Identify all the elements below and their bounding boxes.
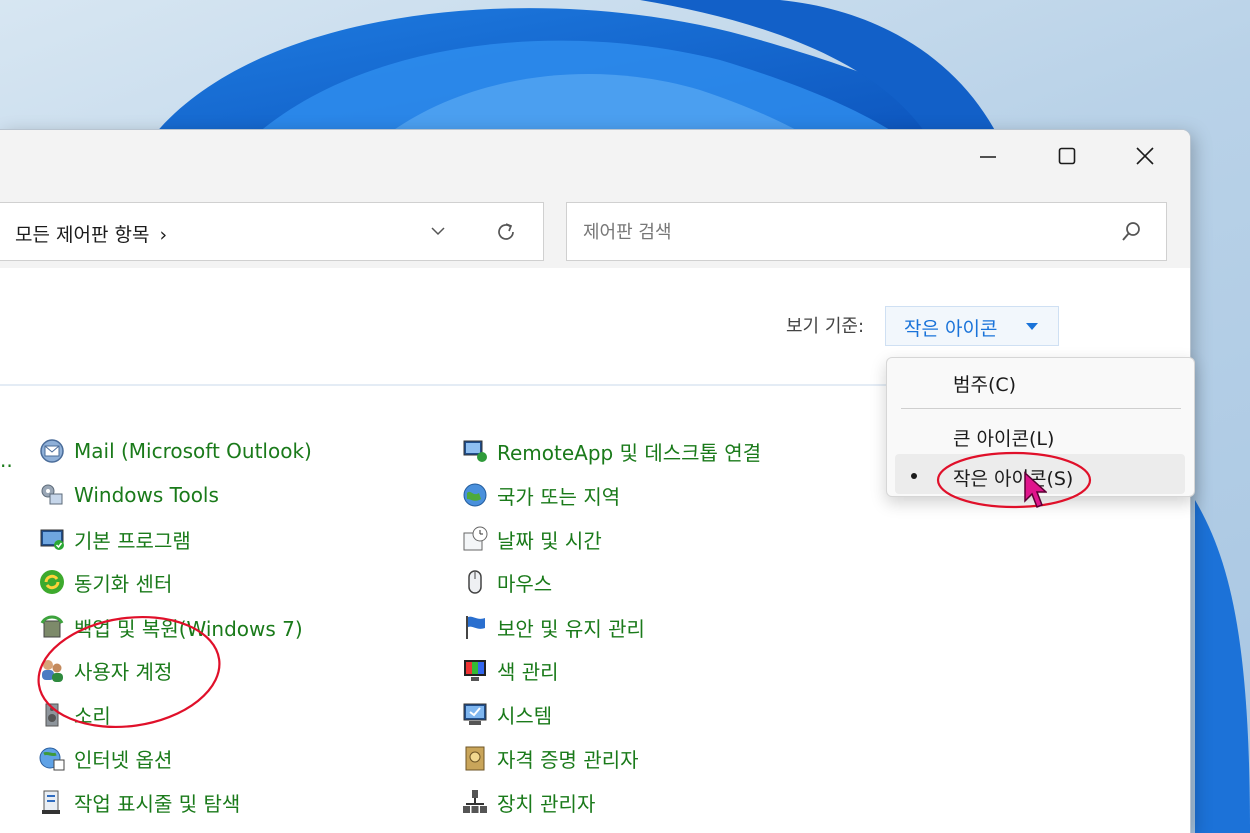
mail-icon (40, 439, 64, 463)
cp-item-label: 장치 관리자 (497, 791, 596, 816)
breadcrumb[interactable]: 모든 제어판 항목 › (15, 220, 167, 247)
cp-item-system[interactable]: 시스템 (461, 699, 552, 729)
mouse-icon (468, 570, 482, 594)
breadcrumb-label[interactable]: 모든 제어판 항목 (15, 224, 149, 246)
taskbar-icon (42, 790, 60, 814)
cp-item-sync-center[interactable]: 동기화 센터 (38, 567, 172, 597)
cp-item-label: 기본 프로그램 (74, 528, 191, 553)
cp-item-label: 작업 표시줄 및 탐색 (74, 791, 241, 816)
cp-item-label: 마우스 (497, 571, 553, 596)
security-flag-icon (466, 616, 485, 639)
internet-options-icon (39, 747, 65, 771)
region-icon (463, 483, 487, 507)
cp-item-label: RemoteApp 및 데스크톱 연결 (497, 440, 762, 465)
cp-item-device-manager[interactable]: 장치 관리자 (461, 787, 595, 817)
search-input[interactable] (583, 217, 1103, 247)
annotation-ellipse (936, 451, 1092, 509)
cp-item-label: 날짜 및 시간 (497, 528, 602, 553)
cp-item-label: Windows Tools (74, 483, 219, 507)
menu-divider (901, 408, 1181, 409)
title-bar (0, 130, 1190, 182)
date-time-icon (463, 526, 488, 551)
view-by-value: 작은 아이콘 (904, 318, 998, 340)
default-programs-icon (40, 529, 64, 550)
breadcrumb-separator-icon[interactable]: › (159, 224, 167, 246)
annotation-ellipse (37, 615, 221, 729)
cp-item-taskbar[interactable]: 작업 표시줄 및 탐색 (38, 787, 240, 817)
search-icon[interactable] (1120, 221, 1142, 243)
cp-item-label: 인터넷 옵션 (74, 747, 173, 772)
cp-item-default-programs[interactable]: 기본 프로그램 (38, 524, 191, 554)
system-icon (463, 703, 487, 725)
cp-item-mouse[interactable]: 마우스 (461, 567, 552, 597)
cp-item-windows-tools[interactable]: Windows Tools (38, 480, 219, 510)
cp-item-date-time[interactable]: 날짜 및 시간 (461, 524, 602, 554)
remoteapp-icon (463, 440, 487, 462)
address-bar[interactable]: 모든 제어판 항목 › (0, 202, 544, 261)
view-by-dropdown[interactable]: 작은 아이콘 (885, 306, 1059, 346)
close-icon (1136, 147, 1154, 165)
navigation-bar: 모든 제어판 항목 › (0, 182, 1190, 268)
minimize-icon (980, 156, 996, 158)
maximize-button[interactable] (1032, 130, 1102, 182)
cp-item-label: 시스템 (497, 703, 553, 728)
maximize-icon (1058, 147, 1076, 165)
cp-item-color-management[interactable]: 색 관리 (461, 655, 559, 685)
credential-manager-icon (465, 746, 485, 771)
cp-item-label: 국가 또는 지역 (497, 484, 621, 509)
minimize-button[interactable] (953, 130, 1023, 182)
chevron-down-icon[interactable] (430, 223, 446, 239)
cp-item-security-maintenance[interactable]: 보안 및 유지 관리 (461, 612, 645, 642)
cp-item-label: 보안 및 유지 관리 (497, 616, 645, 641)
close-button[interactable] (1110, 130, 1180, 182)
menu-item-category[interactable]: 범주(C) (953, 370, 1016, 397)
device-manager-icon (463, 790, 487, 813)
cp-item-region[interactable]: 국가 또는 지역 (461, 480, 620, 510)
menu-item-large-icons[interactable]: 큰 아이콘(L) (953, 424, 1054, 451)
cp-item-mail[interactable]: Mail (Microsoft Outlook) (38, 436, 312, 466)
tools-icon (41, 484, 63, 505)
cp-item-internet-options[interactable]: 인터넷 옵션 (38, 743, 172, 773)
caret-down-icon (1026, 323, 1038, 330)
cp-item-label: 동기화 센터 (74, 571, 173, 596)
cp-item-label: 자격 증명 관리자 (497, 747, 639, 772)
cp-item-remoteapp[interactable]: RemoteApp 및 데스크톱 연결 (461, 436, 761, 466)
mouse-cursor-icon (1024, 471, 1047, 508)
refresh-icon[interactable] (494, 220, 518, 244)
search-box[interactable] (566, 202, 1167, 261)
cp-item-label: 색 관리 (497, 659, 559, 684)
truncated-item-text[interactable]: .. (0, 448, 13, 472)
color-management-icon (464, 660, 486, 681)
cp-item-label: Mail (Microsoft Outlook) (74, 439, 312, 463)
cp-item-credential-manager[interactable]: 자격 증명 관리자 (461, 743, 639, 773)
view-by-label: 보기 기준: (786, 316, 865, 337)
selected-bullet-icon (911, 473, 917, 479)
sync-center-icon (40, 570, 64, 594)
